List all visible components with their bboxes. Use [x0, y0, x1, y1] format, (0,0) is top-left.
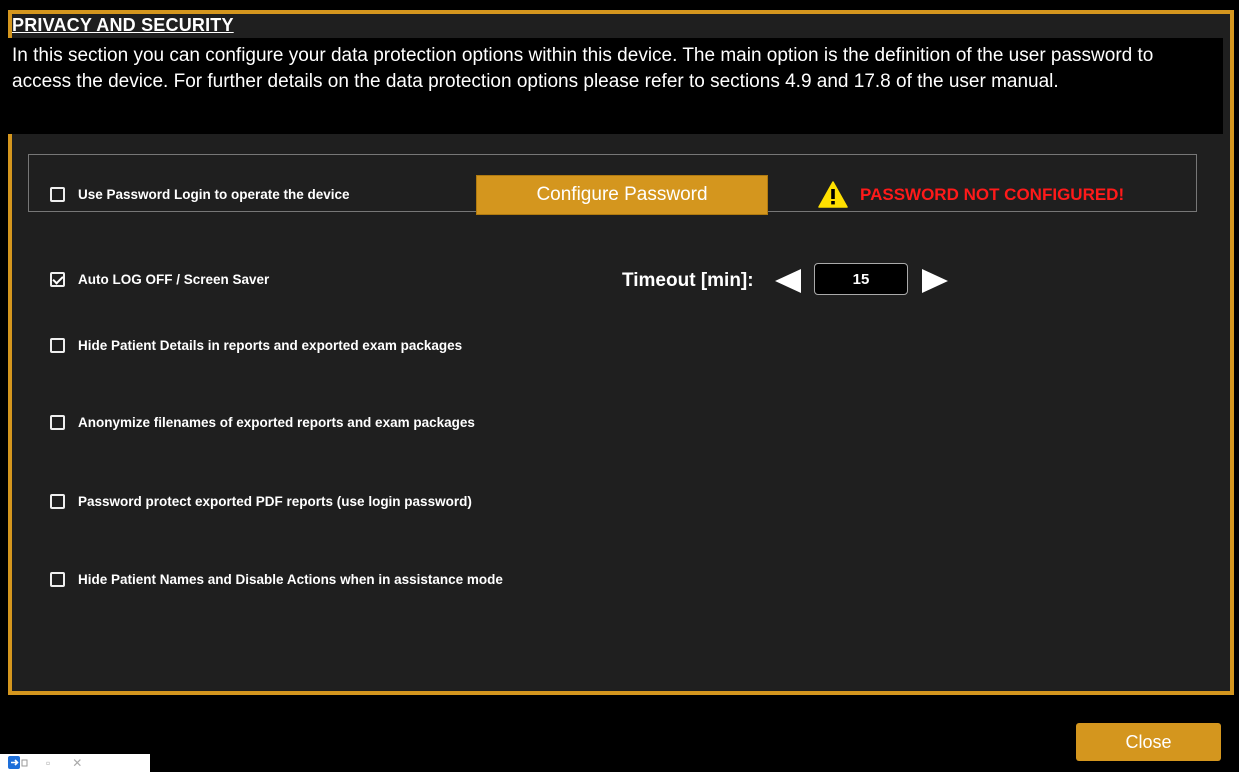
remote-session-bar: ▫ ✕	[0, 754, 150, 772]
use-password-login-label: Use Password Login to operate the device	[78, 187, 350, 202]
auto-logoff-checkbox[interactable]	[50, 272, 65, 287]
password-protect-pdf-label: Password protect exported PDF reports (u…	[78, 494, 472, 509]
close-icon[interactable]: ✕	[72, 756, 82, 770]
password-warning-text: PASSWORD NOT CONFIGURED!	[860, 184, 1125, 204]
minimize-icon[interactable]: ▫	[46, 756, 50, 770]
configure-password-button[interactable]: Configure Password	[476, 175, 768, 215]
section-title: PRIVACY AND SECURITY	[12, 15, 234, 35]
hide-patient-details-option[interactable]: Hide Patient Details in reports and expo…	[50, 338, 462, 353]
hide-patient-details-checkbox[interactable]	[50, 338, 65, 353]
hide-patient-names-option[interactable]: Hide Patient Names and Disable Actions w…	[50, 572, 503, 587]
section-description: In this section you can configure your d…	[12, 45, 1154, 92]
password-protect-pdf-checkbox[interactable]	[50, 494, 65, 509]
hide-patient-names-label: Hide Patient Names and Disable Actions w…	[78, 572, 503, 587]
timeout-value-field[interactable]: 15	[814, 263, 908, 295]
password-protect-pdf-option[interactable]: Password protect exported PDF reports (u…	[50, 494, 472, 509]
anonymize-filenames-option[interactable]: Anonymize filenames of exported reports …	[50, 415, 475, 430]
auto-logoff-option[interactable]: Auto LOG OFF / Screen Saver	[50, 272, 269, 287]
remote-session-icon[interactable]	[8, 756, 28, 770]
hide-patient-details-label: Hide Patient Details in reports and expo…	[78, 338, 463, 353]
close-button[interactable]: Close	[1076, 723, 1221, 761]
auto-logoff-label: Auto LOG OFF / Screen Saver	[78, 272, 270, 287]
use-password-login-checkbox[interactable]	[50, 187, 65, 202]
anonymize-filenames-checkbox[interactable]	[50, 415, 65, 430]
timeout-increment-icon[interactable]	[920, 268, 950, 294]
anonymize-filenames-label: Anonymize filenames of exported reports …	[78, 415, 475, 430]
password-warning: PASSWORD NOT CONFIGURED!	[818, 181, 1124, 208]
warning-icon	[818, 181, 848, 208]
hide-patient-names-checkbox[interactable]	[50, 572, 65, 587]
timeout-label: Timeout [min]:	[622, 270, 754, 291]
use-password-login-option[interactable]: Use Password Login to operate the device	[50, 187, 350, 202]
timeout-decrement-icon[interactable]	[773, 268, 803, 294]
